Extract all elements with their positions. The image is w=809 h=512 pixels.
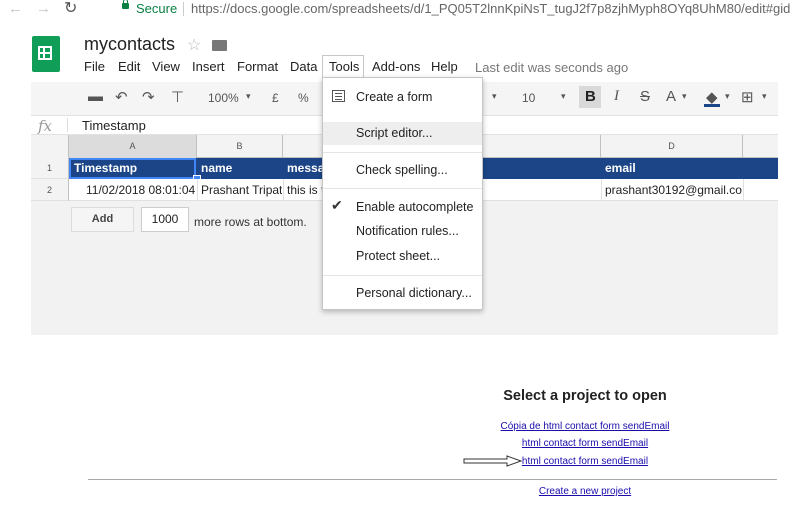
italic-button[interactable]: I	[614, 88, 619, 105]
last-edit-status[interactable]: Last edit was seconds ago	[475, 60, 628, 75]
menu-file[interactable]: File	[84, 59, 105, 74]
menu-format[interactable]: Format	[237, 59, 278, 74]
menu-help[interactable]: Help	[431, 59, 458, 74]
column-header-a[interactable]: A	[69, 135, 197, 158]
reload-icon[interactable]: ↻	[64, 1, 77, 17]
borders-chevron-icon[interactable]: ▾	[762, 91, 767, 102]
print-icon[interactable]: ▬	[88, 88, 103, 105]
cell-divider	[601, 179, 602, 201]
menu-separator	[323, 152, 482, 153]
font-chevron-icon[interactable]: ▾	[492, 91, 497, 102]
folder-icon[interactable]	[212, 40, 227, 51]
add-rows-button[interactable]: Add	[71, 207, 134, 232]
formula-separator	[67, 118, 68, 132]
strikethrough-button[interactable]: S	[640, 88, 650, 105]
zoom-chevron-icon[interactable]: ▾	[246, 91, 251, 102]
fill-color-chevron-icon[interactable]: ▾	[725, 91, 730, 102]
column-header-d[interactable]: D	[601, 135, 743, 158]
cell-c1[interactable]: messa	[287, 161, 327, 175]
borders-icon[interactable]: ⊞	[741, 88, 754, 106]
cell-c2[interactable]: this is t	[287, 183, 327, 197]
menu-item-check-spelling[interactable]: Check spelling...	[356, 163, 448, 177]
menu-item-notification-rules[interactable]: Notification rules...	[356, 224, 459, 238]
text-color-button[interactable]: A	[666, 88, 676, 105]
cell-divider	[197, 179, 198, 201]
menu-separator	[323, 275, 482, 276]
redo-icon[interactable]: ↷	[142, 88, 155, 106]
cell-d1[interactable]: email	[605, 161, 740, 175]
rows-count-input[interactable]: 1000	[141, 207, 189, 232]
currency-format-button[interactable]: £	[272, 91, 279, 105]
row-header-1[interactable]: 1	[31, 158, 69, 179]
project-divider	[88, 479, 777, 480]
menu-separator	[323, 188, 482, 189]
font-size-chevron-icon[interactable]: ▾	[561, 91, 566, 102]
document-title[interactable]: mycontacts	[84, 34, 175, 55]
project-chooser-title: Select a project to open	[503, 388, 667, 404]
bold-button[interactable]: B	[585, 88, 596, 105]
menu-addons[interactable]: Add-ons	[372, 59, 420, 74]
column-header-e[interactable]	[743, 135, 778, 158]
menu-edit[interactable]: Edit	[118, 59, 140, 74]
star-icon[interactable]: ☆	[187, 35, 201, 55]
font-size-select[interactable]: 10	[522, 91, 535, 105]
fx-icon: fx	[38, 117, 53, 135]
cell-b2[interactable]: Prashant Tripat	[201, 183, 282, 197]
paint-format-icon[interactable]: ⊤	[171, 88, 184, 106]
menu-item-enable-autocomplete[interactable]: Enable autocomplete	[356, 200, 473, 214]
menu-item-protect-sheet[interactable]: Protect sheet...	[356, 249, 440, 263]
percent-format-button[interactable]: %	[298, 91, 309, 105]
project-link[interactable]: html contact form sendEmail	[0, 456, 809, 467]
create-new-project-link[interactable]: Create a new project	[0, 486, 809, 497]
rows-suffix-label: more rows at bottom.	[194, 215, 307, 229]
undo-icon[interactable]: ↶	[115, 88, 128, 106]
url-field[interactable]: https://docs.google.com/spreadsheets/d/1…	[191, 1, 790, 16]
sheets-logo-icon[interactable]	[32, 36, 60, 72]
text-color-chevron-icon[interactable]: ▾	[682, 91, 687, 102]
zoom-select[interactable]: 100%	[208, 91, 239, 105]
arrow-annotation-icon	[463, 455, 523, 467]
cell-a2[interactable]: 11/02/2018 08:01:04	[86, 183, 196, 197]
menu-tools[interactable]: Tools	[329, 59, 359, 74]
menu-insert[interactable]: Insert	[192, 59, 225, 74]
project-link-copy[interactable]: Cópia de html contact form sendEmail	[0, 421, 809, 432]
project-link[interactable]: html contact form sendEmail	[0, 438, 809, 449]
forward-arrow-icon[interactable]: →	[36, 1, 51, 17]
cell-d2[interactable]: prashant30192@gmail.com	[605, 183, 742, 197]
checkmark-icon: ✔	[331, 197, 343, 213]
select-all-corner[interactable]	[31, 135, 69, 158]
menu-item-create-form[interactable]: Create a form	[356, 90, 432, 104]
url-separator	[183, 2, 184, 16]
row-header-2[interactable]: 2	[31, 179, 69, 201]
cell-divider	[743, 179, 744, 201]
menu-item-script-editor[interactable]: Script editor...	[356, 126, 432, 140]
menu-data[interactable]: Data	[290, 59, 317, 74]
menu-view[interactable]: View	[152, 59, 180, 74]
lock-icon	[122, 0, 129, 9]
fill-color-swatch	[704, 104, 720, 107]
form-icon	[332, 90, 345, 102]
cell-divider	[283, 179, 284, 201]
formula-input[interactable]: Timestamp	[82, 118, 146, 133]
column-header-b[interactable]: B	[197, 135, 283, 158]
secure-label: Secure	[136, 1, 178, 16]
back-arrow-icon[interactable]: ←	[8, 1, 23, 17]
cell-selection-outline	[69, 158, 196, 179]
cell-b1[interactable]: name	[201, 161, 281, 175]
menu-item-personal-dictionary[interactable]: Personal dictionary...	[356, 286, 472, 300]
